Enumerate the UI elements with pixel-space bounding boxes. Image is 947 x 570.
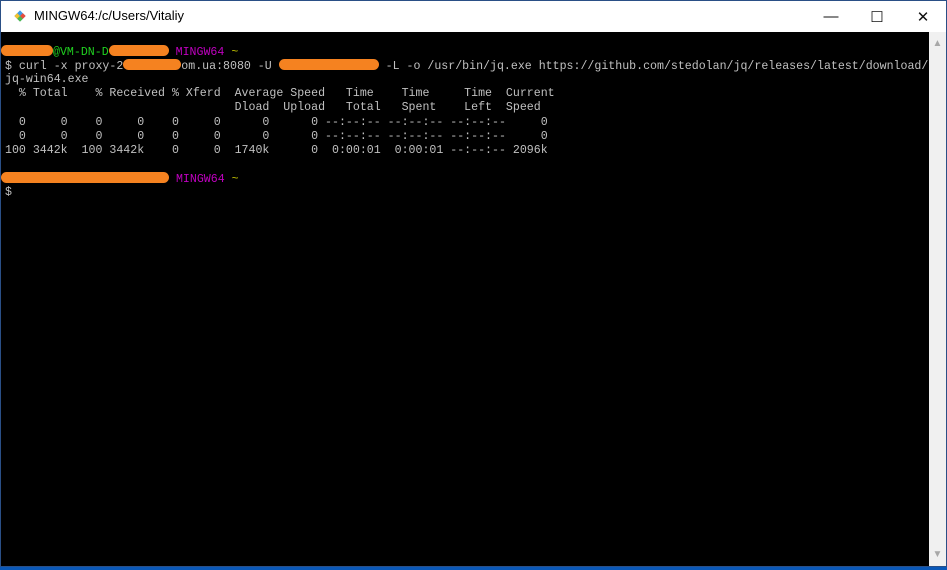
window-title: MINGW64:/c/Users/Vitaliy (34, 8, 185, 23)
prompt-line: MINGW64 ~ (1, 172, 239, 187)
user-host: @VM-DN-D (53, 46, 109, 59)
redaction (278, 59, 379, 70)
redaction (1, 45, 53, 56)
scroll-up-icon[interactable]: ▲ (929, 38, 946, 49)
progress-header-1: % Total % Received % Xferd Average Speed… (5, 87, 555, 100)
vertical-scrollbar[interactable]: ▲ ▼ (929, 32, 946, 566)
shell-name: MINGW64 (175, 46, 225, 59)
maximize-button[interactable]: ☐ (854, 1, 900, 32)
close-button[interactable]: ✕ (900, 1, 946, 32)
shell-name: MINGW64 (175, 173, 225, 186)
progress-row: 100 3442k 100 3442k 0 0 1740k 0 0:00:01 … (5, 144, 548, 157)
cmd-part: om.ua:8080 -U (181, 60, 279, 73)
cmd-part: $ curl -x proxy-2 (5, 60, 124, 73)
command-wrap: jq-win64.exe (5, 73, 89, 86)
title-bar[interactable]: MINGW64:/c/Users/Vitaliy — ☐ ✕ (1, 1, 946, 32)
command-line: $ curl -x proxy-2 om.ua:8080 -U -L -o /us… (5, 59, 928, 74)
cwd: ~ (231, 46, 239, 59)
terminal-window: MINGW64:/c/Users/Vitaliy — ☐ ✕ @VM-DN-D … (0, 0, 947, 567)
scroll-down-icon[interactable]: ▼ (929, 549, 946, 560)
git-icon (14, 10, 26, 22)
progress-header-2: Dload Upload Total Spent Left Speed (5, 101, 541, 114)
cwd: ~ (231, 173, 239, 186)
cmd-part: -L -o /usr/bin/jq.exe https://github.com… (378, 60, 929, 73)
prompt-line: @VM-DN-D MINGW64 ~ (1, 45, 238, 60)
terminal-output[interactable]: @VM-DN-D MINGW64 ~ $ curl -x proxy-2 om.u… (1, 32, 929, 566)
redaction (108, 45, 169, 56)
redaction (1, 172, 169, 183)
redaction (123, 59, 182, 70)
minimize-button[interactable]: — (808, 1, 854, 32)
progress-row: 0 0 0 0 0 0 0 0 --:--:-- --:--:-- --:--:… (5, 130, 548, 143)
input-prompt[interactable]: $ (5, 186, 12, 200)
progress-row: 0 0 0 0 0 0 0 0 --:--:-- --:--:-- --:--:… (5, 116, 548, 129)
